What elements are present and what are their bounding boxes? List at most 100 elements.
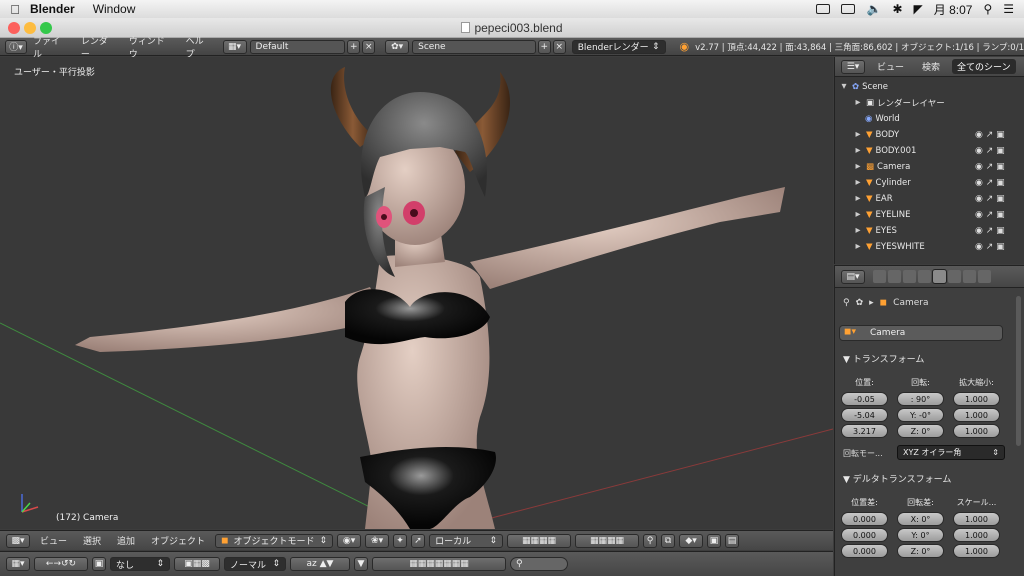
keyframe-icon[interactable]: ▣ — [92, 557, 106, 571]
menu-object[interactable]: オブジェクト — [151, 534, 205, 547]
scale-x-field[interactable]: 1.000 — [953, 392, 1000, 406]
menu-file[interactable]: ファイル — [33, 34, 69, 60]
menu-help[interactable]: ヘルプ — [186, 34, 213, 60]
display-icon[interactable] — [816, 4, 831, 14]
visibility-row[interactable]: ◉ ↗ ▣ — [975, 143, 1021, 159]
delta-location-z-field[interactable]: 0.000 — [841, 544, 888, 558]
expand-icon[interactable]: ▸ — [853, 130, 863, 140]
delta-scale-y-field[interactable]: 1.000 — [953, 528, 1000, 542]
expand-icon[interactable]: ▸ — [853, 98, 863, 108]
outliner-item-body001[interactable]: ▸ ▼ BODY.001 — [853, 143, 916, 159]
location-x-field[interactable]: -0.05 — [841, 392, 888, 406]
scale-z-field[interactable]: 1.000 — [953, 424, 1000, 438]
rotation-y-field[interactable]: Y: -0° — [897, 408, 944, 422]
outliner-item-scene[interactable]: ▾ ✿ Scene — [839, 79, 888, 95]
pivot-icon[interactable]: ❀▾ — [365, 533, 390, 548]
translate-icon[interactable]: ➚ — [411, 533, 426, 548]
visibility-row[interactable]: ◉ ↗ ▣ — [975, 223, 1021, 239]
snap-icon[interactable]: ⧉ — [661, 533, 676, 548]
location-z-field[interactable]: 3.217 — [841, 424, 888, 438]
funnel-icon[interactable]: ▼ — [354, 557, 368, 571]
screen-layout-field[interactable]: Default — [249, 39, 346, 54]
outliner-item-ear[interactable]: ▸ ▼ EAR — [853, 191, 892, 207]
expand-icon[interactable]: ▾ — [839, 82, 849, 92]
delta-rotation-z-field[interactable]: Z: 0° — [897, 544, 944, 558]
delta-location-y-field[interactable]: 0.000 — [841, 528, 888, 542]
menu-view[interactable]: ビュー — [40, 534, 67, 547]
editor-type-3dview-icon[interactable]: ▩▾ — [6, 533, 30, 548]
outliner-item-eyeline[interactable]: ▸ ▼ EYELINE — [853, 207, 910, 223]
menu-render[interactable]: レンダー — [81, 34, 117, 60]
search-field[interactable]: ⚲ — [510, 557, 568, 571]
menubar-app-name[interactable]: Blender — [30, 2, 75, 16]
outliner-item-body[interactable]: ▸ ▼ BODY — [853, 127, 899, 143]
render-engine-select[interactable]: Blenderレンダー ⇕ — [571, 39, 666, 54]
delta-transform-panel-header[interactable]: ▼ デルタトランスフォーム — [843, 472, 951, 485]
volume-icon[interactable]: 🔈 — [866, 2, 881, 16]
outliner-item-render-layers[interactable]: ▸ ▣ レンダーレイヤー — [853, 95, 944, 111]
render-layers-tab-icon[interactable] — [888, 270, 901, 283]
outliner-tab-view[interactable]: ビュー — [877, 60, 904, 73]
outliner-item-cylinder[interactable]: ▸ ▼ Cylinder — [853, 175, 910, 191]
menu-select[interactable]: 選択 — [83, 534, 101, 547]
expand-icon[interactable]: ▸ — [853, 210, 863, 220]
world-tab-icon[interactable] — [918, 270, 931, 283]
manipulator-icon[interactable]: ✦ — [393, 533, 408, 548]
outliner-display-mode[interactable]: 全てのシーン — [952, 59, 1016, 74]
delta-rotation-x-field[interactable]: X: 0° — [897, 512, 944, 526]
render-tab-icon[interactable] — [873, 270, 886, 283]
outliner-item-eyeswhite[interactable]: ▸ ▼ EYESWHITE — [853, 239, 924, 255]
keyframe-type-buttons[interactable]: ▦▦▦▦▦▦▦ — [372, 557, 506, 571]
expand-icon[interactable]: ▸ — [853, 226, 863, 236]
scene-field[interactable]: Scene — [412, 39, 536, 54]
rotation-x-field[interactable]: : 90° — [897, 392, 944, 406]
lock-icon[interactable]: ⚲ — [643, 533, 658, 548]
sync-mode-select[interactable]: ノーマル ⇕ — [224, 557, 286, 571]
data-tab-icon[interactable] — [963, 270, 976, 283]
outliner-item-world[interactable]: ◉ World — [865, 111, 900, 127]
editor-type-info-icon[interactable]: ⓘ▾ — [5, 39, 27, 54]
object-name-field[interactable]: Camera — [839, 325, 1003, 341]
menu-window[interactable]: ウィンドウ — [129, 34, 174, 60]
delta-scale-z-field[interactable]: 1.000 — [953, 544, 1000, 558]
screen-layout-icon[interactable]: ▦▾ — [222, 39, 247, 54]
rotation-z-field[interactable]: Z: 0° — [897, 424, 944, 438]
layer-buttons[interactable]: ▦▦▦▦ — [507, 533, 572, 548]
filter-buttons[interactable]: az ▲▼ — [290, 557, 350, 571]
outliner-item-camera[interactable]: ▸ ▩ Camera — [853, 159, 910, 175]
bluetooth-icon[interactable]: ✱ — [892, 2, 902, 16]
expand-icon[interactable]: ▸ — [853, 162, 863, 172]
3d-viewport[interactable]: ユーザー・平行投影 (172) Camera — [0, 57, 833, 529]
menubar-window[interactable]: Window — [93, 2, 136, 16]
shading-icon[interactable]: ◉▾ — [337, 533, 362, 548]
expand-icon[interactable]: ▸ — [853, 242, 863, 252]
render-animation-icon[interactable]: ▤ — [725, 533, 740, 548]
pin-icon[interactable]: ⚲ — [843, 298, 850, 308]
editor-type-outliner-icon[interactable]: ☰▾ — [841, 59, 865, 74]
visibility-row[interactable]: ◉ ↗ ▣ — [975, 239, 1021, 255]
texture-tab-icon[interactable] — [978, 270, 991, 283]
transform-panel-header[interactable]: ▼ トランスフォーム — [843, 352, 924, 365]
airplay-icon[interactable] — [841, 4, 856, 14]
expand-icon[interactable]: ▸ — [853, 178, 863, 188]
editor-type-properties-icon[interactable]: ▤▾ — [841, 269, 865, 284]
properties-scrollbar[interactable] — [1016, 296, 1021, 446]
visibility-row[interactable]: ◉ ↗ ▣ — [975, 127, 1021, 143]
apple-icon[interactable]:  — [0, 2, 30, 17]
wifi-icon[interactable]: ◤ — [914, 2, 923, 16]
expand-icon[interactable]: ▸ — [853, 194, 863, 204]
snap-target-icon[interactable]: ◆▾ — [679, 533, 704, 548]
location-y-field[interactable]: -5.04 — [841, 408, 888, 422]
orientation-select[interactable]: ローカル ⇕ — [429, 533, 504, 548]
remove-scene-button[interactable]: × — [552, 39, 566, 54]
delta-scale-x-field[interactable]: 1.000 — [953, 512, 1000, 526]
scene-icon[interactable]: ✿▾ — [385, 39, 410, 54]
remove-screen-button[interactable]: × — [362, 39, 376, 54]
scale-y-field[interactable]: 1.000 — [953, 408, 1000, 422]
scene-tab-icon[interactable] — [903, 270, 916, 283]
layer-buttons-2[interactable]: ▦▦▦▦ — [575, 533, 640, 548]
view-toggle-buttons[interactable]: ▣▦▩ — [174, 557, 220, 571]
menu-add[interactable]: 追加 — [117, 534, 135, 547]
search-icon[interactable]: ⚲ — [983, 2, 992, 16]
expand-icon[interactable]: ▸ — [853, 146, 863, 156]
